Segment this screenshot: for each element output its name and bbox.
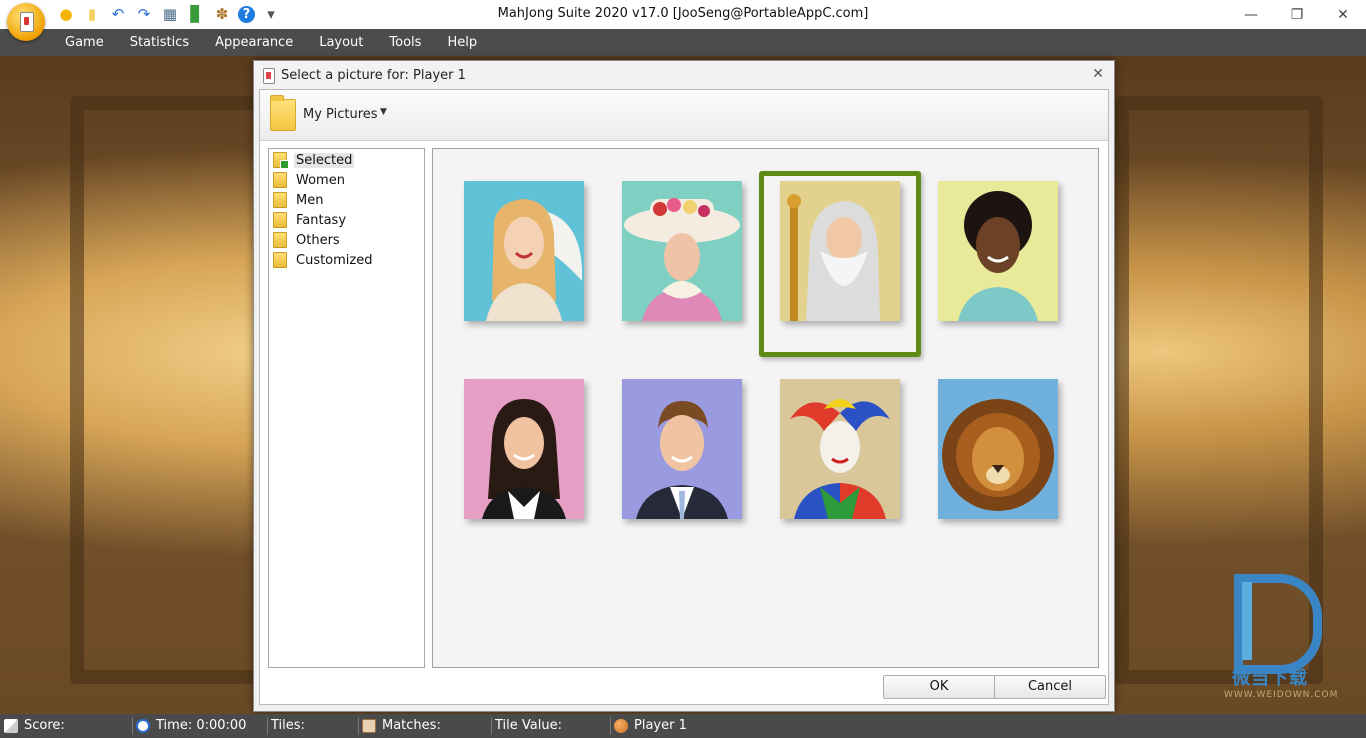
picture-source-dropdown[interactable]: My Pictures [303, 107, 378, 122]
angel-woman-picture[interactable] [464, 181, 584, 321]
dropdown-arrow-icon[interactable]: ▼ [380, 107, 387, 117]
status-matches: Matches: [358, 714, 441, 738]
tiles-label: Tiles: [271, 718, 305, 733]
picture-gallery [432, 148, 1099, 668]
category-selected[interactable]: Selected [273, 151, 355, 169]
category-label: Customized [296, 252, 373, 268]
business-woman-picture[interactable] [464, 379, 584, 519]
category-label: Selected [294, 152, 355, 168]
dialog-title-bar: Select a picture for: Player 1 ✕ [254, 61, 1114, 89]
clock-icon [136, 719, 150, 733]
menu-statistics[interactable]: Statistics [117, 29, 202, 56]
category-women[interactable]: Women [273, 171, 347, 189]
folder-icon [273, 252, 287, 268]
status-time: Time: 0:00:00 [132, 714, 247, 738]
window-controls: — ❐ ✕ [1228, 0, 1366, 29]
smiling-woman-picture[interactable] [938, 181, 1058, 321]
minimize-button[interactable]: — [1228, 0, 1274, 29]
hat-lady-picture[interactable] [622, 181, 742, 321]
category-label: Women [296, 172, 345, 188]
dialog-close-icon[interactable]: ✕ [1092, 66, 1104, 82]
status-tiles: Tiles: [267, 714, 305, 738]
wizard-picture[interactable] [780, 181, 900, 321]
player-label: Player 1 [634, 718, 687, 733]
mahjong-tile-icon [263, 68, 275, 84]
picture-source-toolbar: My Pictures ▼ [260, 90, 1108, 141]
status-bar: Score: Time: 0:00:00 Tiles: Matches: Til… [0, 714, 1366, 738]
folder-check-icon [273, 152, 289, 169]
category-label: Others [296, 232, 340, 248]
watermark-logo: 微当下载 WWW.WEIDOWN.COM [1224, 572, 1337, 702]
category-label: Men [296, 192, 324, 208]
matches-icon [362, 719, 376, 733]
folder-icon[interactable] [270, 95, 296, 131]
watermark-text: 微当下载 [1232, 668, 1308, 689]
board-frame-left [70, 96, 278, 684]
status-tile-value: Tile Value: [491, 714, 562, 738]
tile-value-label: Tile Value: [495, 718, 562, 733]
menu-game[interactable]: Game [52, 29, 117, 56]
matches-label: Matches: [382, 718, 441, 733]
select-picture-dialog: Select a picture for: Player 1 ✕ My Pict… [253, 60, 1115, 712]
menu-tools[interactable]: Tools [376, 29, 434, 56]
folder-icon [273, 192, 287, 208]
menu-help[interactable]: Help [434, 29, 490, 56]
app-logo-icon[interactable] [7, 3, 45, 41]
cancel-button[interactable]: Cancel [994, 675, 1106, 699]
category-tree: Selected Women Men Fantasy Others Custom… [268, 148, 425, 668]
status-score: Score: [4, 714, 65, 738]
lion-picture[interactable] [938, 379, 1058, 519]
menu-bar: Game Statistics Appearance Layout Tools … [0, 29, 1366, 56]
watermark-url: WWW.WEIDOWN.COM [1224, 690, 1339, 700]
status-player: Player 1 [610, 714, 687, 738]
category-men[interactable]: Men [273, 191, 325, 209]
close-button[interactable]: ✕ [1320, 0, 1366, 29]
menu-layout[interactable]: Layout [306, 29, 376, 56]
restore-button[interactable]: ❐ [1274, 0, 1320, 29]
dialog-content: My Pictures ▼ Selected Women Men Fantasy [259, 89, 1109, 705]
score-icon [4, 719, 18, 733]
category-customized[interactable]: Customized [273, 251, 375, 269]
business-man-picture[interactable] [622, 379, 742, 519]
category-others[interactable]: Others [273, 231, 342, 249]
folder-icon [273, 212, 287, 228]
player-icon [614, 719, 628, 733]
folder-icon [273, 232, 287, 248]
ok-button[interactable]: OK [883, 675, 995, 699]
category-fantasy[interactable]: Fantasy [273, 211, 348, 229]
time-label: Time: 0:00:00 [156, 718, 247, 733]
menu-appearance[interactable]: Appearance [202, 29, 306, 56]
score-label: Score: [24, 718, 65, 733]
title-bar: ● ▮ ↶ ↷ ▦ ▊ ✽? ▾ MahJong Suite 2020 v17.0 [JooS… [0, 0, 1366, 41]
window-title: MahJong Suite 2020 v17.0 [JooSeng@Portab… [497, 6, 869, 21]
jester-picture[interactable] [780, 379, 900, 519]
dialog-title: Select a picture for: Player 1 [281, 68, 466, 83]
folder-icon [273, 172, 287, 188]
category-label: Fantasy [296, 212, 347, 228]
